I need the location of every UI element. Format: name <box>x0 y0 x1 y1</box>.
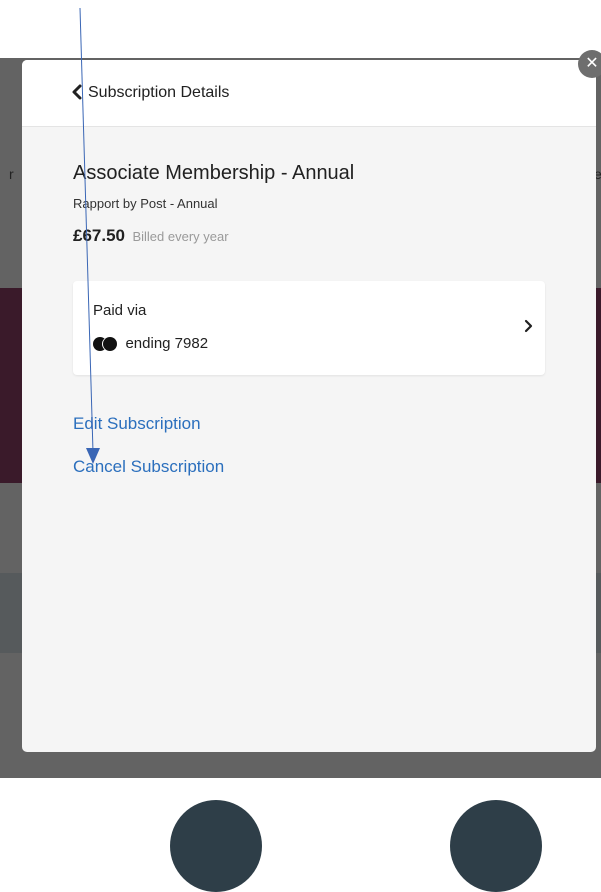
paid-via-label: Paid via <box>93 302 147 319</box>
payment-method-card[interactable]: Paid via ending 7982 <box>73 281 545 375</box>
plan-price: £67.50 <box>73 226 125 245</box>
edit-subscription-link[interactable]: Edit Subscription <box>73 414 201 434</box>
backdrop-text-left: r <box>9 166 14 182</box>
price-row: £67.50 Billed every year <box>73 226 229 246</box>
chevron-left-icon[interactable] <box>70 82 84 102</box>
card-row: ending 7982 <box>93 335 208 353</box>
card-ending: ending 7982 <box>125 335 209 353</box>
backdrop-circle-left <box>170 800 262 892</box>
cancel-subscription-link[interactable]: Cancel Subscription <box>73 457 224 477</box>
plan-description: Rapport by Post - Annual <box>73 196 218 211</box>
billing-frequency: Billed every year <box>132 229 229 244</box>
subscription-details-modal: Subscription Details Associate Membershi… <box>22 60 596 752</box>
close-button[interactable]: ✕ <box>578 50 601 78</box>
plan-name: Associate Membership - Annual <box>73 162 355 184</box>
modal-header: Subscription Details <box>22 60 596 127</box>
modal-title: Subscription Details <box>88 84 230 101</box>
mastercard-icon <box>93 336 119 351</box>
chevron-right-icon[interactable] <box>523 319 533 333</box>
backdrop-circle-right <box>450 800 542 892</box>
